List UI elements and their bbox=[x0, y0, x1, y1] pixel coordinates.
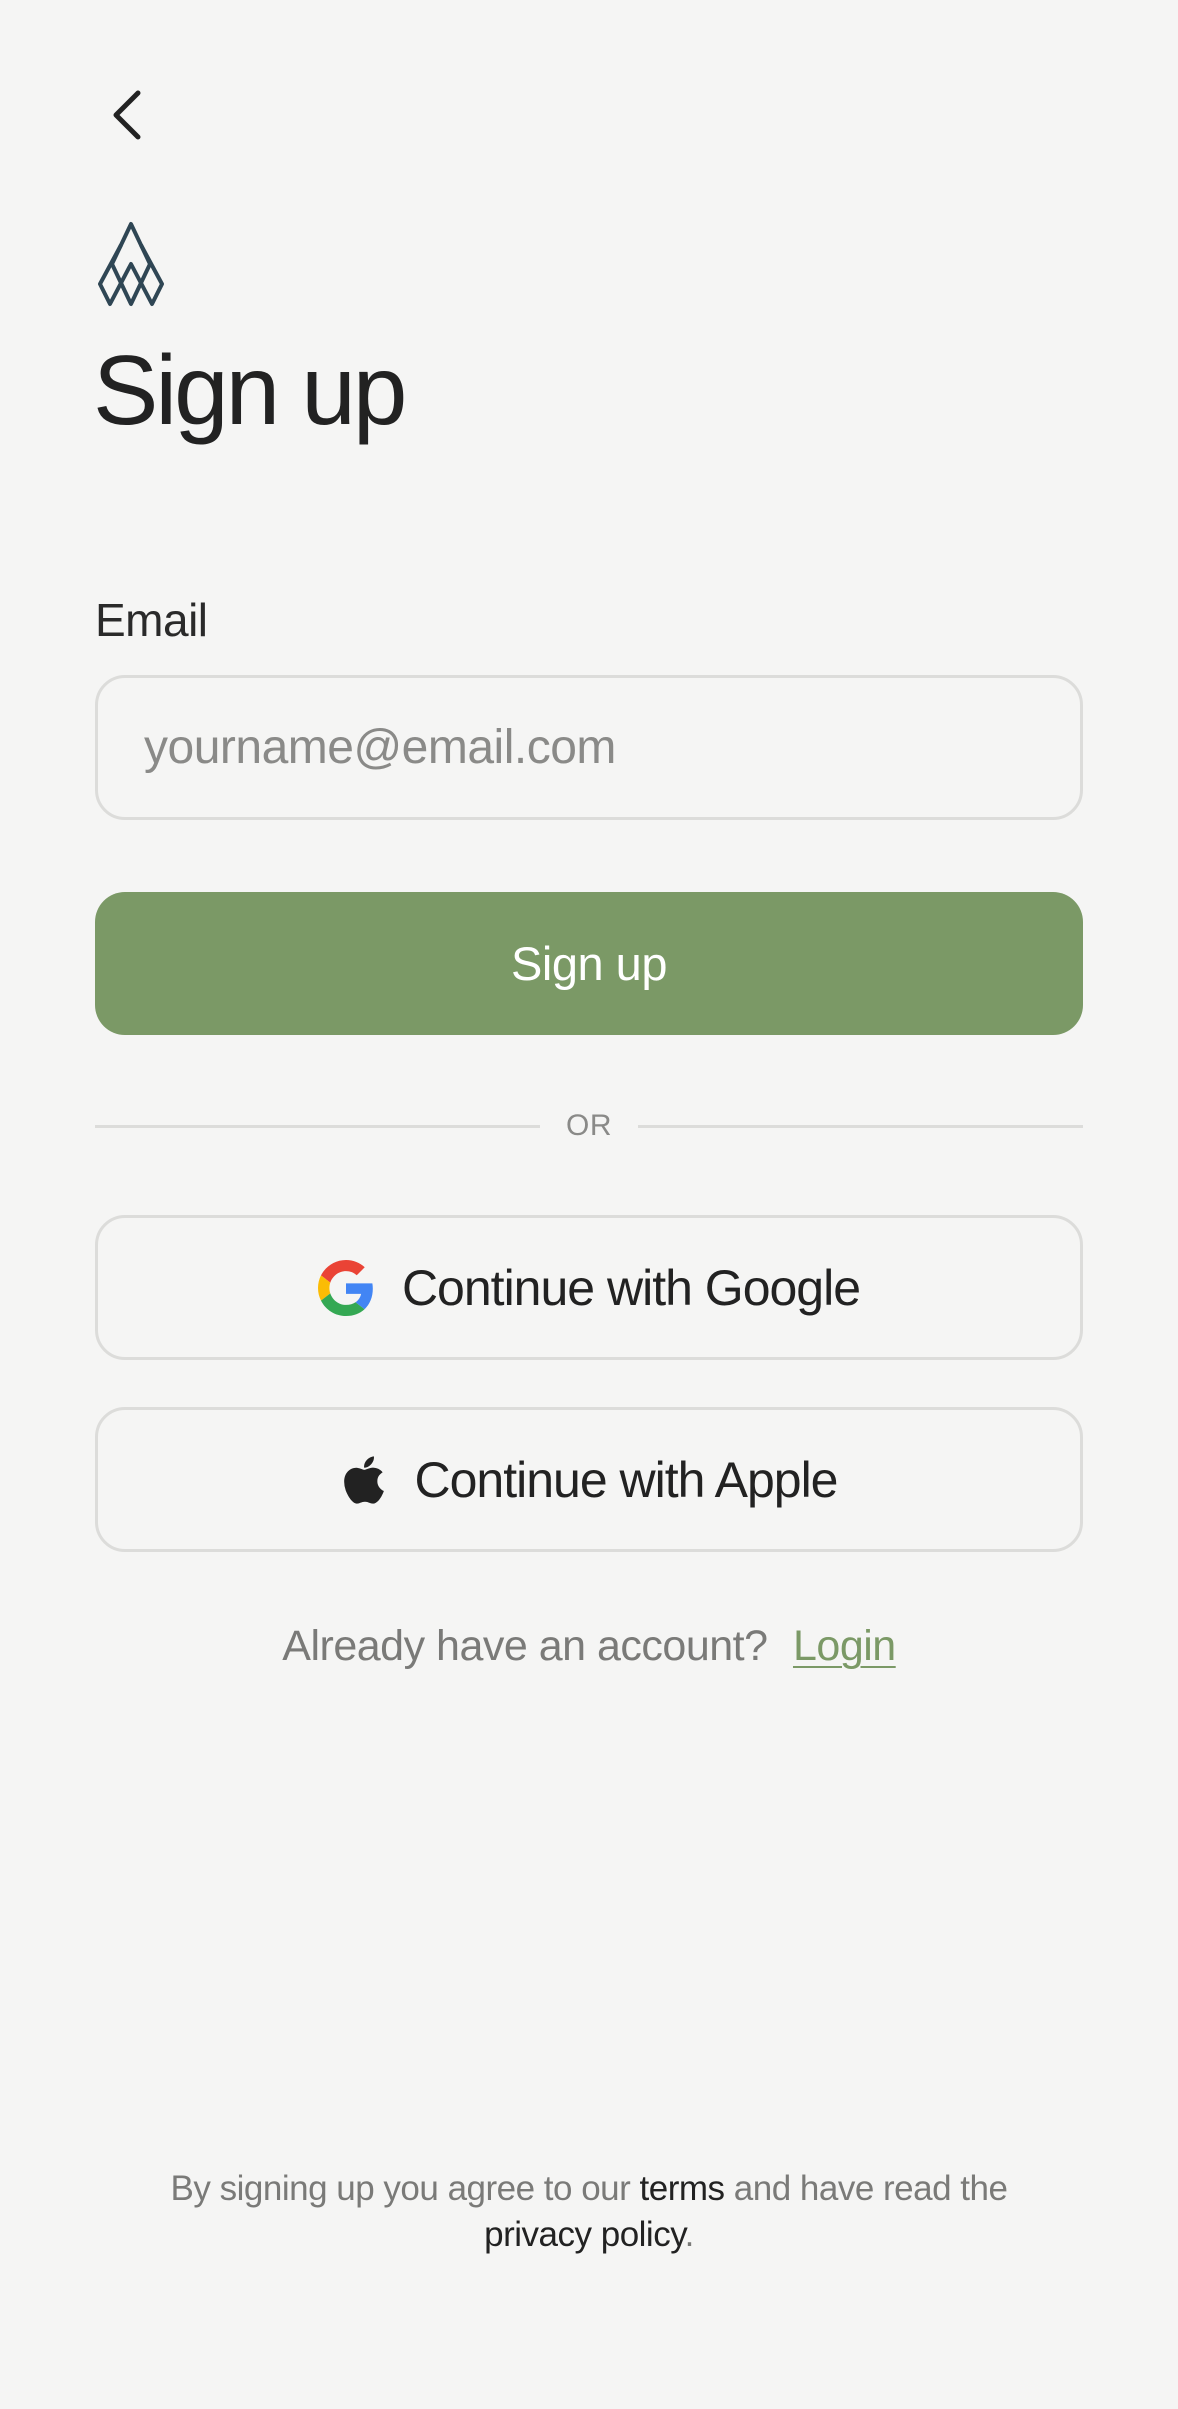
email-label: Email bbox=[95, 594, 208, 646]
continue-with-google-button[interactable]: Continue with Google bbox=[95, 1215, 1083, 1360]
google-icon bbox=[317, 1259, 374, 1316]
divider-line-right bbox=[638, 1124, 1083, 1128]
legal-suffix: . bbox=[684, 2215, 695, 2254]
login-prompt-text: Already have an account? bbox=[282, 1622, 768, 1670]
continue-with-apple-button[interactable]: Continue with Apple bbox=[95, 1407, 1083, 1552]
or-divider: OR bbox=[95, 1100, 1083, 1152]
diamond-logo-icon bbox=[98, 222, 164, 306]
privacy-policy-link[interactable]: privacy policy bbox=[484, 2215, 685, 2254]
login-link[interactable]: Login bbox=[793, 1622, 896, 1670]
chevron-left-icon bbox=[113, 90, 141, 140]
divider-text: OR bbox=[566, 1109, 612, 1142]
login-prompt: Already have an account? Login bbox=[0, 1622, 1178, 1671]
google-button-label: Continue with Google bbox=[401, 1259, 861, 1316]
legal-prefix: By signing up you agree to our bbox=[170, 2169, 631, 2208]
apple-icon bbox=[341, 1453, 387, 1507]
sign-up-button[interactable]: Sign up bbox=[95, 892, 1083, 1035]
divider-line-left bbox=[95, 1124, 540, 1128]
apple-button-label: Continue with Apple bbox=[414, 1451, 839, 1508]
legal-middle: and have read the bbox=[733, 2169, 1008, 2208]
terms-link[interactable]: terms bbox=[640, 2169, 726, 2208]
legal-notice: By signing up you agree to our terms and… bbox=[0, 2166, 1178, 2258]
email-field[interactable] bbox=[95, 675, 1083, 820]
back-button[interactable] bbox=[96, 78, 160, 152]
signup-screen: Sign up Email Sign up OR Continue with G… bbox=[0, 0, 1178, 2409]
page-title: Sign up bbox=[93, 335, 407, 445]
